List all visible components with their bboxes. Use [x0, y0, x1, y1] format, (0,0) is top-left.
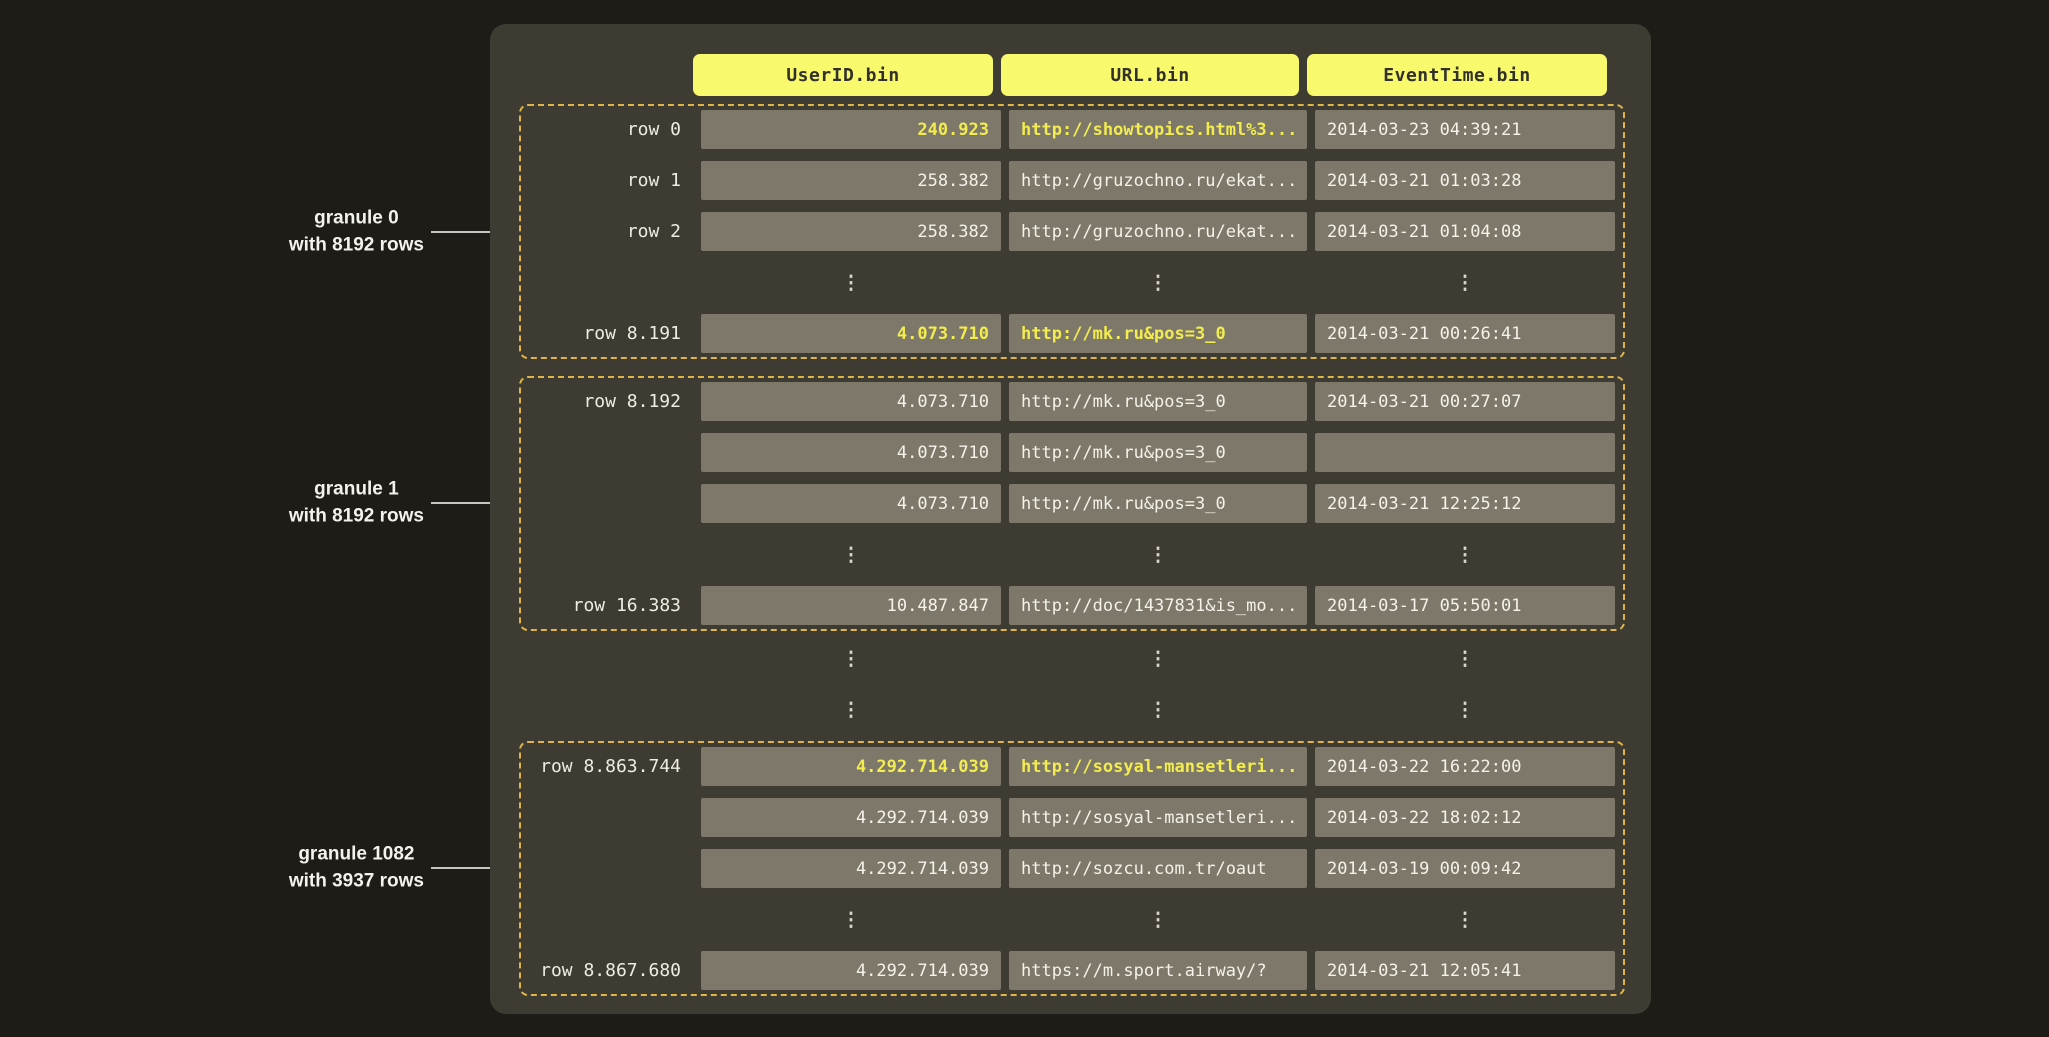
table-row: 4.292.714.039 http://sosyal-mansetleri..… — [529, 798, 1615, 837]
row-label: row 16.383 — [529, 595, 681, 616]
granule-1082-box: row 8.863.744 4.292.714.039 http://sosya… — [519, 741, 1625, 996]
userid-cell: 4.292.714.039 — [701, 849, 1001, 888]
eventtime-cell: 2014-03-21 00:26:41 — [1315, 314, 1615, 353]
table-row: row 1 258.382 http://gruzochno.ru/ekat..… — [529, 161, 1615, 200]
granule-1-label-line2: with 8192 rows — [289, 503, 424, 530]
table-row: row 8.863.744 4.292.714.039 http://sosya… — [529, 747, 1615, 786]
url-cell: http://showtopics.html%3... — [1009, 110, 1307, 149]
ellipsis-icon: ⋮ — [701, 900, 1001, 939]
ellipsis-icon: ⋮ — [701, 263, 1001, 302]
ellipsis-icon: ⋮ — [1315, 535, 1615, 574]
table-row: row 2 258.382 http://gruzochno.ru/ekat..… — [529, 212, 1615, 251]
granule-0-label-line1: granule 0 — [289, 205, 424, 232]
url-cell: http://mk.ru&pos=3_0 — [1009, 433, 1307, 472]
userid-cell: 4.073.710 — [701, 314, 1001, 353]
eventtime-cell: 2014-03-21 00:27:07 — [1315, 382, 1615, 421]
userid-cell: 4.292.714.039 — [701, 747, 1001, 786]
granule-0-label-line2: with 8192 rows — [289, 232, 424, 259]
table-row: 4.292.714.039 http://sozcu.com.tr/oaut 2… — [529, 849, 1615, 888]
table-row: 4.073.710 http://mk.ru&pos=3_0 — [529, 433, 1615, 472]
ellipsis-icon: ⋮ — [701, 690, 1001, 729]
url-cell: http://gruzochno.ru/ekat... — [1009, 212, 1307, 251]
column-headers: UserID.bin URL.bin EventTime.bin — [693, 54, 1651, 96]
row-label: row 1 — [529, 170, 681, 191]
userid-cell: 4.073.710 — [701, 382, 1001, 421]
ellipsis-icon: ⋮ — [1009, 263, 1307, 302]
eventtime-cell — [1315, 433, 1615, 472]
ellipsis-icon: ⋮ — [1315, 639, 1615, 678]
ellipsis-row: ⋮ ⋮ ⋮ — [529, 690, 1651, 729]
row-label: row 8.867.680 — [529, 960, 681, 981]
row-label: row 8.192 — [529, 391, 681, 412]
ellipsis-icon: ⋮ — [1315, 900, 1615, 939]
table-row: row 8.867.680 4.292.714.039 https://m.sp… — [529, 951, 1615, 990]
eventtime-cell: 2014-03-22 18:02:12 — [1315, 798, 1615, 837]
url-cell: http://mk.ru&pos=3_0 — [1009, 382, 1307, 421]
ellipsis-icon: ⋮ — [701, 535, 1001, 574]
table-row: 4.073.710 http://mk.ru&pos=3_0 2014-03-2… — [529, 484, 1615, 523]
url-cell: http://sozcu.com.tr/oaut — [1009, 849, 1307, 888]
granule-1-label-line1: granule 1 — [289, 476, 424, 503]
column-header-eventtime: EventTime.bin — [1307, 54, 1607, 96]
userid-cell: 4.292.714.039 — [701, 951, 1001, 990]
ellipsis-row: ⋮ ⋮ ⋮ — [529, 639, 1651, 678]
eventtime-cell: 2014-03-21 12:05:41 — [1315, 951, 1615, 990]
data-file-panel: UserID.bin URL.bin EventTime.bin row 0 2… — [490, 24, 1651, 1014]
granule-1082-label-line1: granule 1082 — [289, 841, 424, 868]
userid-cell: 4.292.714.039 — [701, 798, 1001, 837]
ellipsis-icon: ⋮ — [1009, 535, 1307, 574]
eventtime-cell: 2014-03-21 01:03:28 — [1315, 161, 1615, 200]
ellipsis-row: ⋮ ⋮ ⋮ — [529, 535, 1615, 574]
ellipsis-icon: ⋮ — [1009, 639, 1307, 678]
granule-1-box: row 8.192 4.073.710 http://mk.ru&pos=3_0… — [519, 376, 1625, 631]
userid-cell: 240.923 — [701, 110, 1001, 149]
ellipsis-icon: ⋮ — [1315, 690, 1615, 729]
eventtime-cell: 2014-03-17 05:50:01 — [1315, 586, 1615, 625]
eventtime-cell: 2014-03-23 04:39:21 — [1315, 110, 1615, 149]
table-row: row 16.383 10.487.847 http://doc/1437831… — [529, 586, 1615, 625]
ellipsis-row: ⋮ ⋮ ⋮ — [529, 263, 1615, 302]
granule-1-label: granule 1 with 8192 rows — [289, 476, 424, 529]
url-cell: https://m.sport.airway/? — [1009, 951, 1307, 990]
granule-1082-label-line2: with 3937 rows — [289, 868, 424, 895]
column-header-userid: UserID.bin — [693, 54, 993, 96]
column-header-url: URL.bin — [1001, 54, 1299, 96]
userid-cell: 4.073.710 — [701, 433, 1001, 472]
row-label: row 2 — [529, 221, 681, 242]
eventtime-cell: 2014-03-19 00:09:42 — [1315, 849, 1615, 888]
url-cell: http://doc/1437831&is_mo... — [1009, 586, 1307, 625]
table-row: row 8.191 4.073.710 http://mk.ru&pos=3_0… — [529, 314, 1615, 353]
diagram-stage: granule 0 with 8192 rows granule 1 with … — [0, 0, 2049, 1037]
granule-0-label: granule 0 with 8192 rows — [289, 205, 424, 258]
eventtime-cell: 2014-03-22 16:22:00 — [1315, 747, 1615, 786]
url-cell: http://mk.ru&pos=3_0 — [1009, 484, 1307, 523]
userid-cell: 258.382 — [701, 212, 1001, 251]
row-label: row 8.191 — [529, 323, 681, 344]
userid-cell: 258.382 — [701, 161, 1001, 200]
ellipsis-icon: ⋮ — [1315, 263, 1615, 302]
url-cell: http://mk.ru&pos=3_0 — [1009, 314, 1307, 353]
ellipsis-icon: ⋮ — [701, 639, 1001, 678]
userid-cell: 10.487.847 — [701, 586, 1001, 625]
table-row: row 0 240.923 http://showtopics.html%3..… — [529, 110, 1615, 149]
url-cell: http://sosyal-mansetleri... — [1009, 798, 1307, 837]
ellipsis-icon: ⋮ — [1009, 690, 1307, 729]
table-row: row 8.192 4.073.710 http://mk.ru&pos=3_0… — [529, 382, 1615, 421]
url-cell: http://sosyal-mansetleri... — [1009, 747, 1307, 786]
row-label: row 8.863.744 — [529, 756, 681, 777]
granule-1082-label: granule 1082 with 3937 rows — [289, 841, 424, 894]
ellipsis-row: ⋮ ⋮ ⋮ — [529, 900, 1615, 939]
userid-cell: 4.073.710 — [701, 484, 1001, 523]
url-cell: http://gruzochno.ru/ekat... — [1009, 161, 1307, 200]
eventtime-cell: 2014-03-21 01:04:08 — [1315, 212, 1615, 251]
eventtime-cell: 2014-03-21 12:25:12 — [1315, 484, 1615, 523]
granule-0-box: row 0 240.923 http://showtopics.html%3..… — [519, 104, 1625, 359]
ellipsis-icon: ⋮ — [1009, 900, 1307, 939]
row-label: row 0 — [529, 119, 681, 140]
